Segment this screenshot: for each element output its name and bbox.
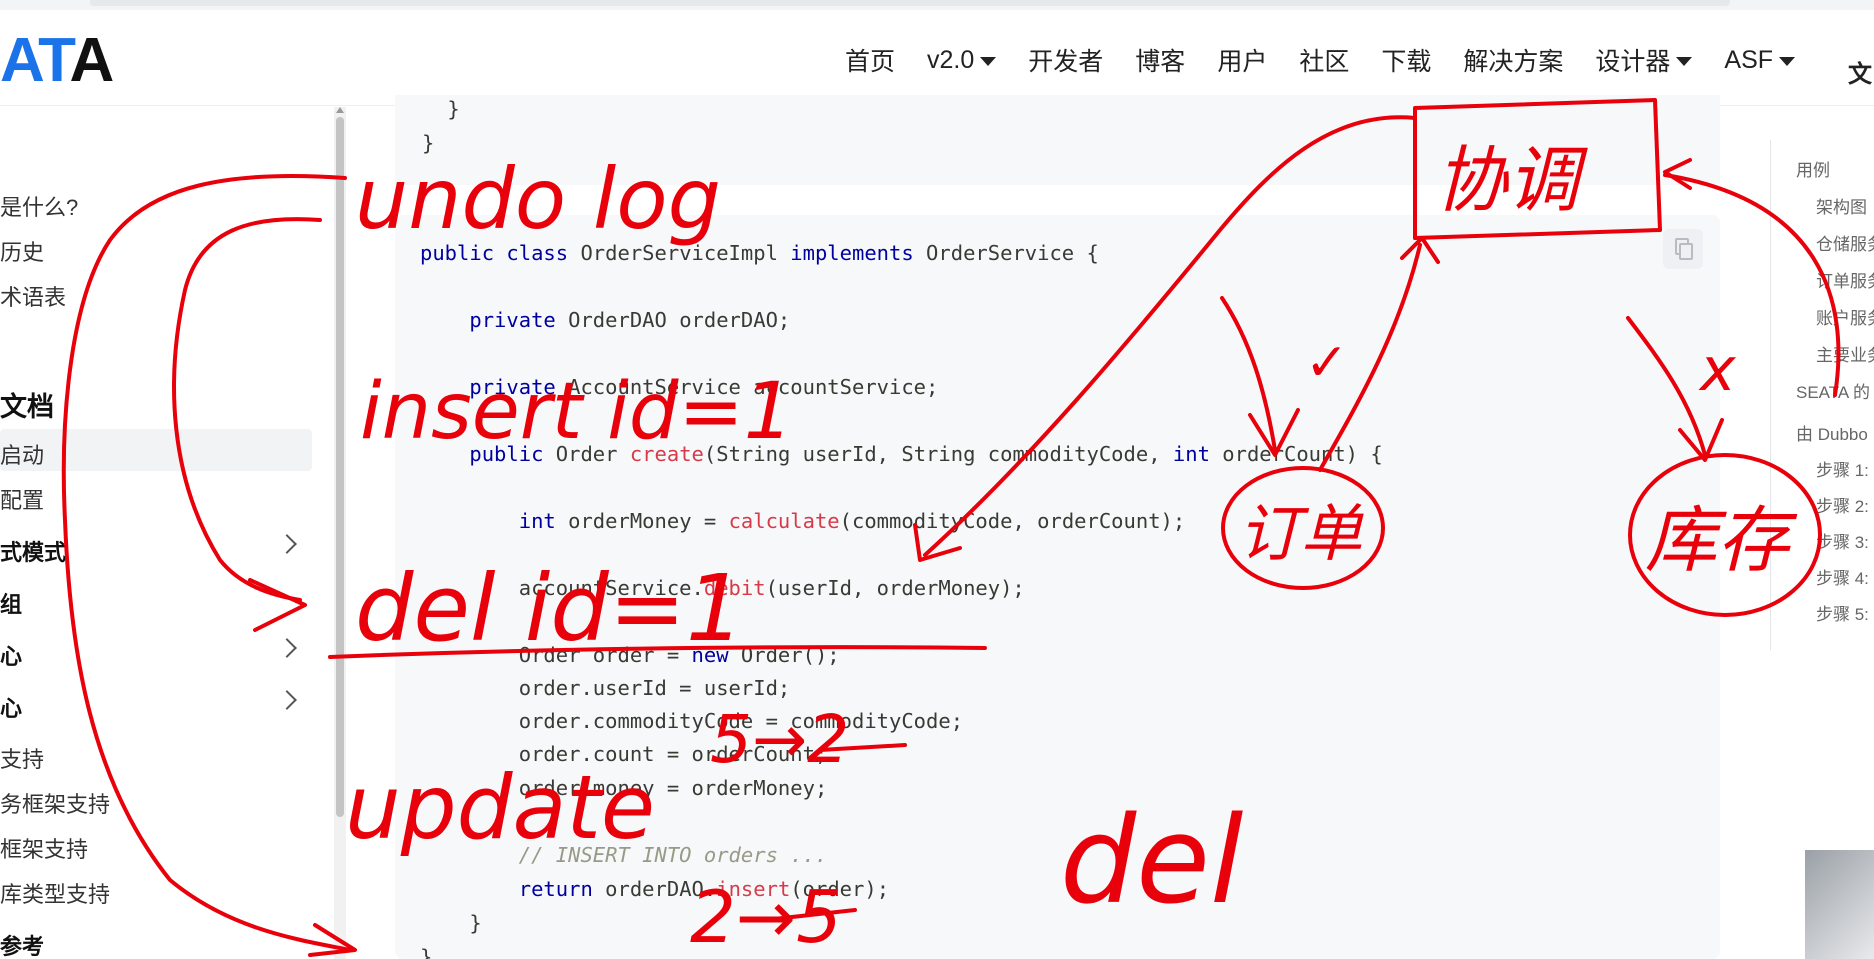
nav-download[interactable]: 下载 xyxy=(1381,42,1431,78)
nav-developers[interactable]: 开发者 xyxy=(1028,42,1103,78)
sidebar-item-framework[interactable]: 框架支持 xyxy=(0,832,88,864)
toc-item[interactable]: 主要业务 xyxy=(1816,341,1874,366)
sidebar-item-center-2[interactable]: 心 xyxy=(0,691,22,723)
sidebar-item-start[interactable]: 启动 xyxy=(0,438,44,470)
code-line: Order order = new Order(); xyxy=(420,643,840,667)
address-bar-edge xyxy=(90,0,1730,6)
floating-thumbnail xyxy=(1805,850,1874,959)
toc-item[interactable]: 由 Dubbo xyxy=(1796,420,1868,445)
sidebar-item-config[interactable]: 配置 xyxy=(0,483,44,515)
chevron-down-icon xyxy=(1676,57,1693,66)
code-line: public Order create(String userId, Strin… xyxy=(420,442,1383,466)
nav-asf-dropdown[interactable]: ASF xyxy=(1724,42,1796,78)
browser-top-strip xyxy=(0,0,1874,10)
sidebar-item-center-1[interactable]: 心 xyxy=(0,639,22,671)
code-line: } xyxy=(398,97,460,121)
nav-menu: 首页 v2.0 开发者 博客 用户 社区 下载 解决方案 设计器 ASF xyxy=(845,42,1827,78)
code-line: public class OrderServiceImpl implements… xyxy=(420,241,1099,265)
language-icon[interactable]: 文 xyxy=(1848,54,1872,89)
code-line: } xyxy=(422,131,435,155)
nav-version-dropdown[interactable]: v2.0 xyxy=(927,42,997,78)
toc-item[interactable]: 用例 xyxy=(1796,156,1830,181)
code-comment: // INSERT INTO orders ... xyxy=(420,843,828,867)
seata-logo[interactable]: ATA xyxy=(0,30,114,92)
copy-code-button[interactable] xyxy=(1663,229,1703,269)
scroll-up-icon[interactable] xyxy=(336,107,344,113)
docs-sidebar: 是什么? 历史 术语表 文档 启动 配置 式模式 组 心 心 支持 务框架支持 … xyxy=(0,107,330,959)
toc-item[interactable]: 架构图 xyxy=(1816,193,1867,218)
code-line: int orderMoney = calculate(commodityCode… xyxy=(420,509,1186,533)
toc-item[interactable]: 步骤 3: xyxy=(1816,528,1869,553)
code-line: accountService.debit(userId, orderMoney)… xyxy=(420,576,1025,600)
code-line: } xyxy=(420,911,482,935)
toc-item[interactable]: 步骤 1: xyxy=(1816,456,1869,481)
top-navbar: ATA 首页 v2.0 开发者 博客 用户 社区 下载 解决方案 设计器 ASF… xyxy=(0,10,1874,106)
code-line: private OrderDAO orderDAO; xyxy=(420,308,791,332)
toc-item[interactable]: 步骤 2: xyxy=(1816,492,1869,517)
chevron-right-icon[interactable] xyxy=(277,638,297,658)
code-line: } xyxy=(420,945,433,959)
nav-home[interactable]: 首页 xyxy=(845,42,895,78)
sidebar-section-docs[interactable]: 文档 xyxy=(0,385,54,424)
toc-item[interactable]: SEATA 的 xyxy=(1796,378,1870,403)
code-line: order.userId = userId; xyxy=(420,676,791,700)
toc-item[interactable]: 步骤 4: xyxy=(1816,564,1869,589)
scrollbar-thumb[interactable] xyxy=(336,117,344,817)
table-of-contents: 用例 架构图 仓储服务 订单服务 账户服务 主要业务 SEATA 的 由 Dub… xyxy=(1770,140,1874,650)
nav-designer-dropdown[interactable]: 设计器 xyxy=(1595,42,1693,78)
code-line: private AccountService accountService; xyxy=(420,375,939,399)
chevron-down-icon xyxy=(980,57,997,66)
sidebar-scrollbar[interactable] xyxy=(334,107,346,959)
toc-item[interactable]: 账户服务 xyxy=(1816,304,1874,329)
code-line: order.commodityCode = commodityCode; xyxy=(420,709,964,733)
chevron-right-icon[interactable] xyxy=(277,534,297,554)
toc-item[interactable]: 步骤 5: xyxy=(1816,600,1869,625)
code-block-previous: } } xyxy=(395,95,1720,185)
sidebar-item-modes[interactable]: 式模式 xyxy=(0,535,66,567)
nav-solutions[interactable]: 解决方案 xyxy=(1463,42,1563,78)
sidebar-item-service-framework[interactable]: 务框架支持 xyxy=(0,787,110,819)
sidebar-item-group[interactable]: 组 xyxy=(0,587,22,619)
nav-community[interactable]: 社区 xyxy=(1299,42,1349,78)
chevron-right-icon[interactable] xyxy=(277,690,297,710)
code-line: return orderDAO.insert(order); xyxy=(420,877,890,901)
sidebar-active-highlight xyxy=(0,429,312,471)
sidebar-item-history[interactable]: 历史 xyxy=(0,235,44,267)
code-line: order.money = orderMoney; xyxy=(420,776,828,800)
code-line: order.count = orderCount; xyxy=(420,742,828,766)
sidebar-item-what-is[interactable]: 是什么? xyxy=(0,190,78,222)
nav-blog[interactable]: 博客 xyxy=(1135,42,1185,78)
toc-item[interactable]: 仓储服务 xyxy=(1816,230,1874,255)
copy-icon-front xyxy=(1679,243,1693,260)
sidebar-item-reference[interactable]: 参考 xyxy=(0,929,44,959)
code-block: public class OrderServiceImpl implements… xyxy=(395,215,1720,959)
sidebar-item-glossary[interactable]: 术语表 xyxy=(0,280,66,312)
toc-item[interactable]: 订单服务 xyxy=(1816,267,1874,292)
chevron-down-icon xyxy=(1779,57,1796,66)
nav-users[interactable]: 用户 xyxy=(1217,42,1267,78)
sidebar-item-db-types[interactable]: 库类型支持 xyxy=(0,877,110,909)
sidebar-item-support[interactable]: 支持 xyxy=(0,742,44,774)
